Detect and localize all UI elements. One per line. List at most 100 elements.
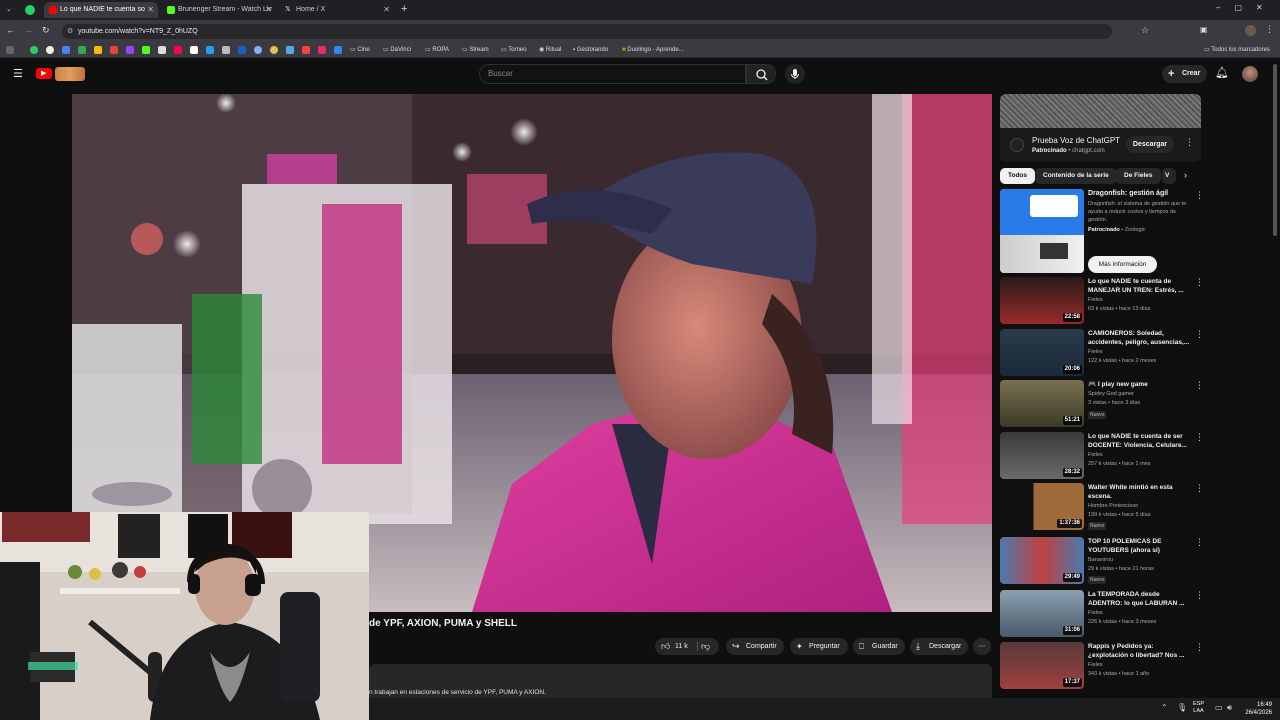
bookmark-favicon[interactable] bbox=[270, 46, 278, 54]
video-thumbnail[interactable]: 22:58 bbox=[1000, 277, 1084, 324]
ad-download-button[interactable]: Descargar bbox=[1126, 136, 1174, 153]
voice-search-button[interactable] bbox=[785, 64, 805, 84]
close-icon[interactable]: ✕ bbox=[383, 2, 390, 18]
bookmark-favicon[interactable] bbox=[78, 46, 86, 54]
all-bookmarks[interactable]: ▭ Todos los marcadores bbox=[1204, 44, 1270, 56]
bookmark-favicon[interactable] bbox=[62, 46, 70, 54]
video-thumbnail[interactable]: 17:37 bbox=[1000, 642, 1084, 689]
bookmark-star-icon[interactable]: ☆ bbox=[1141, 25, 1149, 36]
like-button[interactable]: 👍︎ 11 k bbox=[655, 638, 695, 655]
folder-stream[interactable]: ▭ Stream bbox=[462, 44, 489, 56]
folder-ropa[interactable]: ▭ ROPA bbox=[425, 44, 449, 56]
video-title[interactable]: Rappis y Pedidos ya: ¿explotación o libe… bbox=[1088, 642, 1192, 660]
dislike-button[interactable]: 👎︎ bbox=[701, 638, 717, 655]
reload-icon[interactable]: ↻ bbox=[42, 25, 50, 36]
channel-name[interactable]: Fieles bbox=[1088, 610, 1103, 616]
chip-todos[interactable]: Todos bbox=[1000, 168, 1036, 184]
chip-more[interactable]: V bbox=[1162, 168, 1176, 184]
volume-icon[interactable]: 🔊︎ bbox=[1227, 703, 1232, 713]
list-item[interactable]: 17:37 Rappis y Pedidos ya: ¿explotación … bbox=[1000, 642, 1205, 692]
monitor-icon[interactable]: ▭ bbox=[1215, 703, 1223, 712]
channel-name[interactable]: Fieles bbox=[1088, 349, 1103, 355]
forward-icon[interactable]: → bbox=[24, 25, 33, 35]
tab-search-icon[interactable]: ⌄ bbox=[6, 5, 16, 15]
bookmark-favicon[interactable] bbox=[286, 46, 294, 54]
chip-series[interactable]: Contenido de la serie bbox=[1035, 168, 1117, 184]
bookmark-favicon[interactable] bbox=[46, 46, 54, 54]
search-button[interactable] bbox=[746, 64, 776, 84]
bookmark-favicon[interactable] bbox=[334, 46, 342, 54]
page-scrollbar[interactable] bbox=[1273, 64, 1277, 236]
bookmark-favicon[interactable] bbox=[110, 46, 118, 54]
folder-davinci[interactable]: ▭ DaVinci bbox=[383, 44, 411, 56]
ad-banner[interactable] bbox=[1000, 94, 1201, 128]
bookmark-favicon[interactable] bbox=[222, 46, 230, 54]
more-options-icon[interactable]: ⋮ bbox=[1195, 642, 1204, 653]
chevron-right-icon[interactable]: › bbox=[1184, 170, 1187, 180]
bookmark-ritual[interactable]: ◉ Ritual bbox=[539, 44, 561, 56]
channel-name[interactable]: Spidey God gamer bbox=[1088, 391, 1134, 397]
hamburger-menu-icon[interactable]: ☰ bbox=[13, 67, 23, 80]
notifications-bell-icon[interactable]: 🔔︎ bbox=[1215, 66, 1229, 79]
channel-name[interactable]: Bananirou bbox=[1088, 557, 1113, 563]
promo-title[interactable]: Dragonfish: gestión ágil bbox=[1088, 190, 1168, 197]
bookmark-favicon[interactable] bbox=[318, 46, 326, 54]
list-item[interactable]: 1:37:36 Walter White mintió en esta esce… bbox=[1000, 483, 1205, 533]
microphone-tray-icon[interactable]: 🎙︎ bbox=[1177, 703, 1187, 712]
list-item[interactable]: 31:06 La TEMPORADA desde ADENTRO: lo que… bbox=[1000, 590, 1205, 640]
channel-name[interactable]: Hombre Pretencioso bbox=[1088, 503, 1138, 509]
ask-button[interactable]: ✦ Preguntar bbox=[790, 638, 848, 655]
bookmark-favicon[interactable] bbox=[238, 46, 246, 54]
video-thumbnail[interactable]: 29:49 bbox=[1000, 537, 1084, 584]
folder-torneo[interactable]: ▭ Torneo bbox=[501, 44, 527, 56]
window-controls[interactable]: –▢✕ bbox=[1216, 3, 1277, 12]
video-thumbnail[interactable]: 1:37:36 bbox=[1000, 483, 1084, 530]
more-actions-button[interactable]: ⋯ bbox=[973, 638, 991, 655]
download-button[interactable]: ⤓ Descargar bbox=[910, 638, 968, 655]
video-title[interactable]: Lo que NADIE te cuenta de ser DOCENTE: V… bbox=[1088, 432, 1192, 450]
video-thumbnail[interactable]: 31:06 bbox=[1000, 590, 1084, 637]
language-indicator[interactable]: ESP LAA bbox=[1193, 701, 1204, 715]
account-avatar[interactable] bbox=[1242, 66, 1258, 82]
system-tray-chevron-icon[interactable]: ⌃ bbox=[1161, 703, 1168, 712]
save-button[interactable]: ⎕ Guardar bbox=[853, 638, 905, 655]
bookmark-favicon[interactable] bbox=[254, 46, 262, 54]
clock[interactable]: 16:49 26/4/2026 bbox=[1245, 701, 1272, 717]
more-options-icon[interactable]: ⋮ bbox=[1195, 483, 1204, 494]
create-button[interactable]: + Crear bbox=[1162, 65, 1207, 83]
list-item[interactable]: 51:21 🎮 I play new game Spidey God gamer… bbox=[1000, 380, 1205, 430]
promo-thumbnail[interactable] bbox=[1000, 189, 1084, 273]
list-item[interactable]: 28:32 Lo que NADIE te cuenta de ser DOCE… bbox=[1000, 432, 1205, 482]
tab-youtube[interactable]: Lo que NADIE te cuenta so ✕ bbox=[44, 2, 158, 18]
more-options-icon[interactable]: ⋮ bbox=[1195, 590, 1204, 601]
tab-kick[interactable]: Brunenger Stream - Watch Liv ✕ bbox=[162, 2, 276, 18]
url-field[interactable]: ⚙ youtube.com/watch?v=NT9_Z_0hUZQ bbox=[62, 24, 1112, 39]
apps-icon[interactable] bbox=[6, 46, 14, 54]
more-options-icon[interactable]: ⋮ bbox=[1195, 380, 1204, 391]
more-info-button[interactable]: Más información bbox=[1088, 256, 1157, 273]
more-options-icon[interactable]: ⋮ bbox=[1195, 537, 1204, 548]
video-title[interactable]: La TEMPORADA desde ADENTRO: lo que LABUR… bbox=[1088, 590, 1192, 608]
extensions-icon[interactable]: ▣ bbox=[1200, 25, 1208, 34]
video-title[interactable]: Lo que NADIE te cuenta de MANEJAR UN TRE… bbox=[1088, 277, 1192, 295]
more-options-icon[interactable]: ⋮ bbox=[1195, 277, 1204, 288]
video-thumbnail[interactable]: 28:32 bbox=[1000, 432, 1084, 479]
menu-icon[interactable]: ⋮ bbox=[1265, 24, 1274, 35]
channel-name[interactable]: Fieles bbox=[1088, 662, 1103, 668]
close-icon[interactable]: ✕ bbox=[265, 2, 272, 18]
more-options-icon[interactable]: ⋮ bbox=[1185, 137, 1194, 148]
site-info-icon[interactable]: ⚙ bbox=[67, 24, 73, 39]
bookmark-favicon[interactable] bbox=[174, 46, 182, 54]
bookmark-favicon[interactable] bbox=[158, 46, 166, 54]
new-tab-button[interactable]: + bbox=[401, 3, 407, 15]
more-options-icon[interactable]: ⋮ bbox=[1195, 329, 1204, 340]
youtube-logo[interactable]: ▶ bbox=[36, 68, 52, 79]
video-title[interactable]: TOP 10 POLEMICAS DE YOUTUBERS (ahora sí) bbox=[1088, 537, 1192, 555]
bookmark-duolingo[interactable]: ■ Duolingo - Aprende... bbox=[622, 44, 684, 56]
more-options-icon[interactable]: ⋮ bbox=[1195, 190, 1204, 201]
bookmark-favicon[interactable] bbox=[206, 46, 214, 54]
bookmark-favicon[interactable] bbox=[94, 46, 102, 54]
bookmark-favicon[interactable] bbox=[142, 46, 150, 54]
profile-avatar[interactable] bbox=[1245, 25, 1256, 36]
folder-cine[interactable]: ▭ Cine bbox=[350, 44, 370, 56]
